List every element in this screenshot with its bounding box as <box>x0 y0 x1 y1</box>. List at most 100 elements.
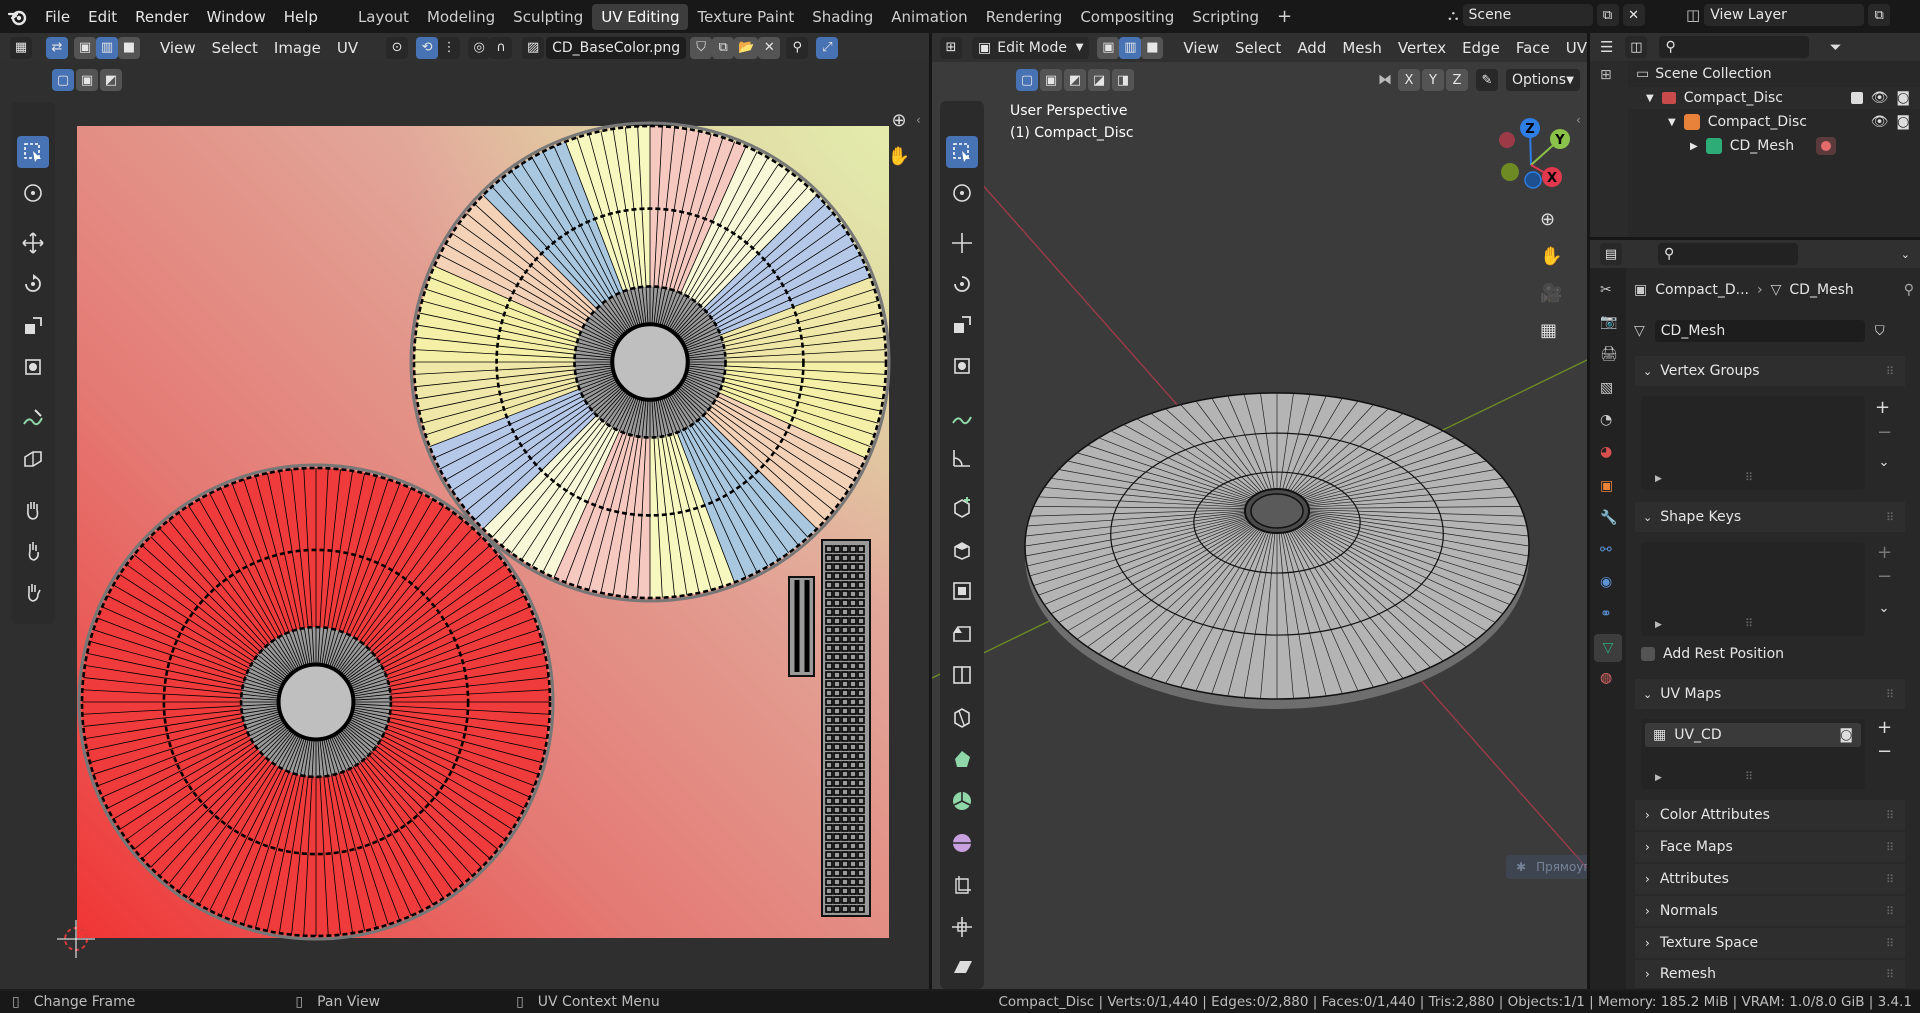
scene-field[interactable]: Scene <box>1462 4 1593 26</box>
tab-view-layer-icon[interactable]: ▧ <box>1600 380 1613 396</box>
tab-modeling[interactable]: Modeling <box>418 4 504 30</box>
vp-tool-add-cube-icon[interactable] <box>946 491 978 523</box>
vp-grid-icon[interactable]: ▦ <box>1540 320 1557 341</box>
tool-pinch-icon[interactable] <box>17 576 49 608</box>
vp-camera-icon[interactable]: 🎥 <box>1540 283 1562 304</box>
scene-icon[interactable]: ⛬ <box>1448 6 1459 24</box>
tab-shading[interactable]: Shading <box>803 4 882 30</box>
tab-output-icon[interactable]: 🖨 <box>1600 346 1618 362</box>
display-mode-icon[interactable]: ◫ <box>1625 36 1648 58</box>
tool-relax-icon[interactable] <box>17 535 49 567</box>
uv-editor-area[interactable]: ▦ ⇄ ▣ ▥ ■ View Select Image UV ⊙ ⟲ ⋮ ◎ ∩… <box>0 33 929 989</box>
menu-edit[interactable]: Edit <box>79 8 126 26</box>
new-scene-icon[interactable]: ⧉ <box>1596 4 1619 26</box>
expand-arrow-icon[interactable]: ▶ <box>1655 474 1662 484</box>
drag-handle-icon[interactable]: ⠿ <box>1886 841 1895 854</box>
uv-sidebar-toggle-icon[interactable]: ‹ <box>916 113 921 127</box>
panel-attributes-header[interactable]: › Attributes ⠿ <box>1635 864 1905 894</box>
uv-zoom-icon[interactable]: ⊕ <box>886 110 912 136</box>
vp-tool-shrink-icon[interactable] <box>946 911 978 943</box>
vertex-group-remove-button[interactable]: − <box>1877 422 1892 443</box>
resize-grip-icon[interactable]: ⠿ <box>1745 617 1754 630</box>
tool-rotate-icon[interactable] <box>17 268 49 300</box>
camera-icon[interactable]: ◙ <box>1896 114 1910 130</box>
vp-tool-move-icon[interactable] <box>946 227 978 259</box>
tab-compositing[interactable]: Compositing <box>1071 4 1183 30</box>
tool-grab-icon[interactable] <box>17 494 49 526</box>
uv-canvas[interactable] <box>0 33 929 989</box>
uv-map-item[interactable]: ▦ UV_CD ◙ <box>1645 723 1861 747</box>
tool-move-icon[interactable] <box>17 227 49 259</box>
tab-world-icon[interactable]: ◕ <box>1600 444 1612 460</box>
uv-pan-icon[interactable]: ✋ <box>886 146 912 172</box>
drag-handle-icon[interactable]: ⠿ <box>1886 905 1895 918</box>
tab-object-icon[interactable]: ▣ <box>1600 478 1613 494</box>
drag-handle-icon[interactable]: ⠿ <box>1886 688 1895 701</box>
tab-scripting[interactable]: Scripting <box>1183 4 1268 30</box>
vp-tool-select-box-icon[interactable] <box>946 136 978 168</box>
vp-tool-smooth-icon[interactable] <box>946 827 978 859</box>
outliner-row-mesh[interactable]: ▶ CD_Mesh <box>1628 135 1920 157</box>
outliner-editor-type-icon[interactable]: ☰ <box>1600 38 1613 56</box>
tab-material-icon[interactable]: ◍ <box>1600 670 1612 686</box>
vp-tool-loop-cut-icon[interactable] <box>946 659 978 691</box>
resize-grip-icon[interactable]: ⠿ <box>1745 770 1754 783</box>
checkbox-icon[interactable] <box>1850 92 1863 104</box>
vertex-group-add-button[interactable]: + <box>1875 397 1890 418</box>
expand-arrow-icon[interactable]: ▶ <box>1655 620 1662 630</box>
tab-render-icon[interactable]: 📷 <box>1600 314 1617 330</box>
filter-icon[interactable]: ⏷ <box>1829 38 1841 56</box>
camera-icon[interactable]: ◙ <box>1839 727 1853 743</box>
uv-maps-list[interactable]: ▦ UV_CD ◙ ▶ ⠿ <box>1641 719 1865 789</box>
mesh-name-field[interactable]: CD_Mesh <box>1654 320 1865 342</box>
chevron-down-icon[interactable]: ⌄ <box>1901 248 1910 261</box>
uv-map-remove-button[interactable]: − <box>1877 741 1892 762</box>
eye-icon[interactable]: 👁 <box>1871 114 1889 130</box>
tab-data-icon[interactable]: ▽ <box>1594 634 1622 662</box>
panel-vertex-groups-header[interactable]: ⌄ Vertex Groups ⠿ <box>1635 356 1905 386</box>
vp-tool-measure-icon[interactable] <box>946 442 978 474</box>
tab-rendering[interactable]: Rendering <box>977 4 1072 30</box>
outliner-hierarchy-icon[interactable]: ⊞ <box>1600 67 1612 83</box>
vp-tool-knife-icon[interactable] <box>946 701 978 733</box>
properties-editor-type-icon[interactable]: ▤ <box>1600 243 1622 265</box>
vp-tool-extrude-icon[interactable] <box>946 533 978 565</box>
uv-map-add-button[interactable]: + <box>1877 717 1892 738</box>
shape-key-remove-button[interactable]: − <box>1877 566 1892 587</box>
view-layer-icon[interactable]: ◫ <box>1686 6 1700 24</box>
add-rest-position-row[interactable]: Add Rest Position <box>1641 646 1784 662</box>
panel-remesh-header[interactable]: › Remesh ⠿ <box>1635 960 1905 988</box>
mesh-browse-icon[interactable]: ▽ <box>1634 323 1645 339</box>
blender-logo-icon[interactable] <box>0 8 36 26</box>
menu-file[interactable]: File <box>36 8 79 26</box>
drag-handle-icon[interactable]: ⠿ <box>1886 937 1895 950</box>
panel-shape-keys-header[interactable]: ⌄ Shape Keys ⠿ <box>1635 502 1905 532</box>
panel-normals-header[interactable]: › Normals ⠿ <box>1635 896 1905 926</box>
tab-constraints-icon[interactable]: ⚭ <box>1600 606 1612 622</box>
vp-zoom-icon[interactable]: ⊕ <box>1540 209 1555 230</box>
shape-key-menu-icon[interactable]: ⌄ <box>1873 597 1895 619</box>
vp-tool-cursor-icon[interactable] <box>946 177 978 209</box>
tool-cursor-icon[interactable] <box>17 177 49 209</box>
tab-layout[interactable]: Layout <box>349 4 418 30</box>
menu-help[interactable]: Help <box>275 8 327 26</box>
tab-animation[interactable]: Animation <box>882 4 976 30</box>
viewport-area[interactable]: ⊞ ▣ Edit Mode ▼ ▣ ▥ ■ View Select Add Me… <box>932 33 1587 989</box>
expand-arrow-icon[interactable]: ▶ <box>1655 773 1662 783</box>
properties-search[interactable]: ⚲ <box>1658 243 1798 265</box>
vp-sidebar-toggle-icon[interactable]: ‹ <box>1576 113 1581 127</box>
vp-tool-poly-build-icon[interactable] <box>946 743 978 775</box>
delete-scene-icon[interactable]: ✕ <box>1622 4 1645 26</box>
mesh-fake-user-icon[interactable]: ⛉ <box>1868 320 1891 342</box>
gizmo-neg-x-icon[interactable] <box>1499 132 1515 148</box>
tab-scene-icon[interactable]: ◔ <box>1600 412 1612 428</box>
eye-icon[interactable]: 👁 <box>1871 90 1889 106</box>
outliner-search[interactable]: ⚲ <box>1659 36 1810 58</box>
panel-uv-maps-header[interactable]: ⌄ UV Maps ⠿ <box>1635 679 1905 709</box>
outliner-row-collection[interactable]: ▭ Scene Collection <box>1628 63 1920 85</box>
panel-color-attributes-header[interactable]: › Color Attributes ⠿ <box>1635 800 1905 830</box>
tab-texture-paint[interactable]: Texture Paint <box>688 4 803 30</box>
vertex-groups-list[interactable]: ▶ ⠿ <box>1641 396 1865 490</box>
tool-scale-icon[interactable] <box>17 310 49 342</box>
tab-sculpting[interactable]: Sculpting <box>504 4 592 30</box>
